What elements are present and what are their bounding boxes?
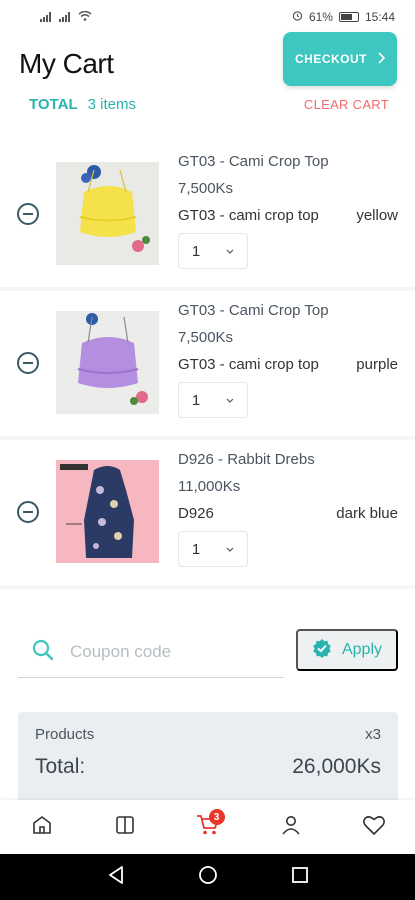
chevron-right-icon <box>377 51 386 67</box>
remove-item-icon[interactable] <box>17 203 39 225</box>
coupon-input[interactable] <box>70 641 270 662</box>
remove-item-icon[interactable] <box>17 352 39 374</box>
back-icon[interactable] <box>107 865 125 889</box>
product-image[interactable] <box>56 162 159 265</box>
variant-color: purple <box>356 356 398 373</box>
clock: 15:44 <box>364 10 395 24</box>
item-price: 7,500Ks <box>178 329 234 346</box>
status-left <box>40 10 92 24</box>
item-info: GT03 - Cami Crop Top 7,500Ks GT03 - cami… <box>178 153 398 269</box>
item-info: D926 - Rabbit Drebs 11,000Ks D926 dark b… <box>178 451 398 567</box>
verified-check-icon <box>312 638 332 663</box>
item-info: GT03 - Cami Crop Top 7,500Ks GT03 - cami… <box>178 302 398 418</box>
clear-cart-button[interactable]: CLEAR CART <box>304 97 389 112</box>
quantity-value: 1 <box>191 391 201 409</box>
total-summary: TOTAL 3 items <box>29 96 136 113</box>
products-label: Products <box>35 726 95 743</box>
item-name[interactable]: GT03 - Cami Crop Top <box>178 153 398 171</box>
quantity-select[interactable]: 1 <box>178 531 248 567</box>
variant-color: yellow <box>356 207 398 224</box>
cart-badge: 3 <box>208 809 225 825</box>
order-summary: Products x3 Total: 26,000Ks <box>18 712 398 812</box>
total-value: 26,000Ks <box>292 755 381 778</box>
wifi-icon <box>78 10 92 24</box>
heart-icon <box>362 814 386 840</box>
quantity-value: 1 <box>191 540 201 558</box>
item-variant: GT03 - cami crop top yellow <box>178 207 398 224</box>
cart-item: GT03 - Cami Crop Top 7,500Ks GT03 - cami… <box>0 291 415 436</box>
system-nav-bar <box>0 854 415 900</box>
status-bar: 61% 15:44 <box>0 0 415 34</box>
battery-percent: 61% <box>308 10 333 24</box>
quantity-select[interactable]: 1 <box>178 382 248 418</box>
recents-icon[interactable] <box>291 866 309 888</box>
battery-icon <box>338 12 359 22</box>
checkout-button[interactable]: CHECKOUT <box>283 32 397 86</box>
cart-item: GT03 - Cami Crop Top 7,500Ks GT03 - cami… <box>0 142 415 287</box>
apply-label: Apply <box>341 641 383 658</box>
cart-item: D926 - Rabbit Drebs 11,000Ks D926 dark b… <box>0 440 415 585</box>
home-circle-icon[interactable] <box>198 865 218 889</box>
item-name[interactable]: GT03 - Cami Crop Top <box>178 302 398 320</box>
quantity-select[interactable]: 1 <box>178 233 248 269</box>
products-row: Products x3 <box>35 726 381 743</box>
cart-list: GT03 - Cami Crop Top 7,500Ks GT03 - cami… <box>0 142 415 589</box>
variant-code: GT03 - cami crop top <box>178 356 319 373</box>
variant-code: D926 <box>178 505 214 522</box>
variant-color: dark blue <box>336 505 398 522</box>
remove-item-icon[interactable] <box>17 501 39 523</box>
nav-catalog[interactable] <box>105 807 145 847</box>
signal-icon <box>59 12 70 22</box>
alarm-icon <box>292 10 303 24</box>
catalog-icon <box>114 814 136 840</box>
coupon-field[interactable] <box>18 626 284 678</box>
item-name[interactable]: D926 - Rabbit Drebs <box>178 451 398 469</box>
item-price: 11,000Ks <box>178 478 241 495</box>
variant-code: GT03 - cami crop top <box>178 207 319 224</box>
item-variant: D926 dark blue <box>178 505 398 522</box>
products-count: x3 <box>365 726 381 743</box>
chevron-down-icon <box>226 395 234 406</box>
total-row: Total: 26,000Ks <box>35 755 381 779</box>
profile-icon <box>280 814 302 840</box>
bottom-nav: 3 <box>0 800 415 854</box>
signal-icon <box>40 12 51 22</box>
item-price: 7,500Ks <box>178 180 234 197</box>
total-label: TOTAL <box>29 96 78 113</box>
total-label: Total: <box>35 755 86 778</box>
item-variant: GT03 - cami crop top purple <box>178 356 398 373</box>
product-image[interactable] <box>56 460 159 563</box>
apply-coupon-button[interactable]: Apply <box>296 629 398 671</box>
chevron-down-icon <box>226 246 234 257</box>
home-icon <box>31 814 53 840</box>
page-title: My Cart <box>19 48 114 79</box>
nav-home[interactable] <box>22 807 62 847</box>
search-icon <box>32 639 54 665</box>
nav-wishlist[interactable] <box>354 807 394 847</box>
chevron-down-icon <box>226 544 234 555</box>
status-right: 61% 15:44 <box>292 10 395 24</box>
items-count: 3 items <box>87 96 136 113</box>
nav-profile[interactable] <box>271 807 311 847</box>
checkout-label: CHECKOUT <box>295 52 367 66</box>
quantity-value: 1 <box>191 242 201 260</box>
nav-cart[interactable]: 3 <box>188 807 228 847</box>
product-image[interactable] <box>56 311 159 414</box>
